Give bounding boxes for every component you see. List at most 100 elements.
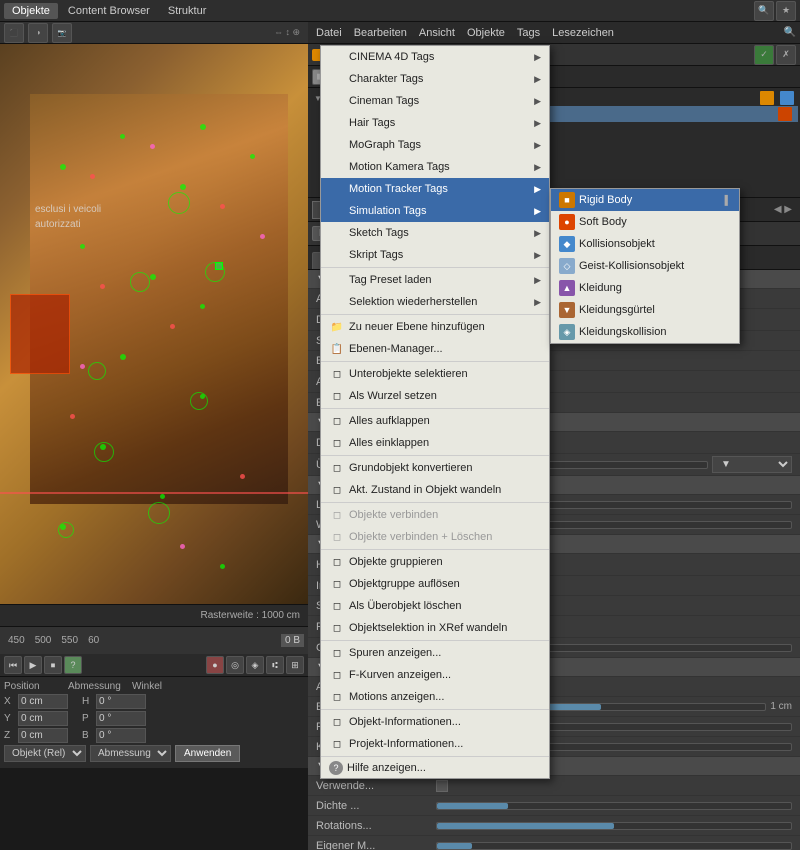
cm-simulation-label: Simulation Tags [349, 205, 534, 217]
cm-objekte-verbinden-loeschen: ◻ Objekte verbinden + Löschen [321, 526, 549, 548]
cm-objekte-verbinden-label: Objekte verbinden [349, 509, 541, 521]
kleidungsguerte-icon: ▼ [559, 302, 575, 318]
cm-neue-ebene-label: Zu neuer Ebene hinzufügen [349, 321, 541, 333]
cm-icon-32: ? [329, 761, 343, 775]
cm-icon-13: 📁 [329, 319, 345, 335]
cm-sep-1 [321, 267, 549, 268]
cm-skript-tags[interactable]: Skript Tags ▶ [321, 244, 549, 266]
cm-icon-1 [329, 49, 345, 65]
sim-item-kleidung[interactable]: ▲ Kleidung [551, 277, 739, 299]
cm-arrow-3: ▶ [534, 96, 541, 107]
kleidungsguerte-label: Kleidungsgürtel [579, 304, 655, 316]
cm-icon-12 [329, 294, 345, 310]
cm-arrow-2: ▶ [534, 74, 541, 85]
cm-objektselektion-xref[interactable]: ◻ Objektselektion in XRef wandeln [321, 617, 549, 639]
cm-motion-kamera-tags[interactable]: Motion Kamera Tags ▶ [321, 156, 549, 178]
cm-hair-tags[interactable]: Hair Tags ▶ [321, 112, 549, 134]
kleidung-label: Kleidung [579, 282, 622, 294]
cm-projekt-info-label: Projekt-Informationen... [349, 738, 541, 750]
cm-sep-9 [321, 709, 549, 710]
sim-item-geist[interactable]: ◇ Geist-Kollisionsobjekt [551, 255, 739, 277]
cm-f-kurven-anzeigen[interactable]: ◻ F-Kurven anzeigen... [321, 664, 549, 686]
cm-charakter-tags[interactable]: Charakter Tags ▶ [321, 68, 549, 90]
cm-objekte-verbinden: ◻ Objekte verbinden [321, 504, 549, 526]
cm-simulation-tags[interactable]: Simulation Tags ▶ [321, 200, 549, 222]
sim-item-softbody[interactable]: ● Soft Body [551, 211, 739, 233]
cm-grundobjekt-konv[interactable]: ◻ Grundobjekt konvertieren [321, 457, 549, 479]
kleidungskol-icon: ◈ [559, 324, 575, 340]
context-menu: CINEMA 4D Tags ▶ Charakter Tags ▶ Cinema… [320, 45, 550, 779]
cm-icon-19: ◻ [329, 460, 345, 476]
rigid-body-label: Rigid Body [579, 194, 632, 206]
cm-ebenen-manager-label: Ebenen-Manager... [349, 343, 541, 355]
cm-icon-9 [329, 225, 345, 241]
cm-icon-27: ◻ [329, 645, 345, 661]
cm-arrow-7: ▶ [534, 184, 541, 195]
cm-charakter-label: Charakter Tags [349, 73, 534, 85]
cm-icon-5 [329, 137, 345, 153]
cm-icon-21: ◻ [329, 507, 345, 523]
cm-projekt-info[interactable]: ◻ Projekt-Informationen... [321, 733, 549, 755]
cm-icon-31: ◻ [329, 736, 345, 752]
cm-sep-10 [321, 756, 549, 757]
cm-skript-label: Skript Tags [349, 249, 534, 261]
cm-icon-22: ◻ [329, 529, 345, 545]
cm-sep-2 [321, 314, 549, 315]
kollision-icon: ◆ [559, 236, 575, 252]
cursor-icon: ▌ [725, 195, 731, 205]
cm-icon-11 [329, 272, 345, 288]
cm-objekte-grupieren[interactable]: ◻ Objekte gruppieren [321, 551, 549, 573]
cm-akt-zustand[interactable]: ◻ Akt. Zustand in Objekt wandeln [321, 479, 549, 501]
cm-ebenen-manager[interactable]: 📋 Ebenen-Manager... [321, 338, 549, 360]
kleidungskol-label: Kleidungskollision [579, 326, 666, 338]
cm-motions-anzeigen[interactable]: ◻ Motions anzeigen... [321, 686, 549, 708]
cm-mograph-tags[interactable]: MoGraph Tags ▶ [321, 134, 549, 156]
cm-objekt-info[interactable]: ◻ Objekt-Informationen... [321, 711, 549, 733]
cm-icon-15: ◻ [329, 366, 345, 382]
cm-arrow-8: ▶ [534, 206, 541, 217]
cm-akt-zustand-label: Akt. Zustand in Objekt wandeln [349, 484, 541, 496]
cm-arrow-12: ▶ [534, 297, 541, 308]
cm-alles-einklappen-label: Alles einklappen [349, 437, 541, 449]
sim-item-kleidungskol[interactable]: ◈ Kleidungskollision [551, 321, 739, 343]
cm-sep-8 [321, 640, 549, 641]
cm-tag-preset-label: Tag Preset laden [349, 274, 534, 286]
cm-objekt-info-label: Objekt-Informationen... [349, 716, 541, 728]
cm-icon-6 [329, 159, 345, 175]
cm-motion-tracker-tags[interactable]: Motion Tracker Tags ▶ [321, 178, 549, 200]
cm-alles-aufklappen[interactable]: ◻ Alles aufklappen [321, 410, 549, 432]
cm-icon-23: ◻ [329, 554, 345, 570]
cm-sep-6 [321, 502, 549, 503]
cm-arrow-10: ▶ [534, 250, 541, 261]
cm-hilfe-label: Hilfe anzeigen... [347, 762, 541, 774]
cm-als-ueberobjekt[interactable]: ◻ Als Überobjekt löschen [321, 595, 549, 617]
cm-hair-label: Hair Tags [349, 117, 534, 129]
sim-item-rigid[interactable]: ■ Rigid Body ▌ [551, 189, 739, 211]
cm-icon-10 [329, 247, 345, 263]
cm-cineman-tags[interactable]: Cineman Tags ▶ [321, 90, 549, 112]
kleidung-icon: ▲ [559, 280, 575, 296]
cm-hilfe-anzeigen[interactable]: ? Hilfe anzeigen... [321, 758, 549, 778]
sim-item-kollision[interactable]: ◆ Kollisionsobjekt [551, 233, 739, 255]
cm-neue-ebene[interactable]: 📁 Zu neuer Ebene hinzufügen [321, 316, 549, 338]
cm-als-ueberobjekt-label: Als Überobjekt löschen [349, 600, 541, 612]
menu-overlay[interactable]: CINEMA 4D Tags ▶ Charakter Tags ▶ Cinema… [0, 0, 800, 850]
geist-label: Geist-Kollisionsobjekt [579, 260, 684, 272]
cm-icon-29: ◻ [329, 689, 345, 705]
cm-selektion-wieder[interactable]: Selektion wiederherstellen ▶ [321, 291, 549, 313]
cm-als-wurzel[interactable]: ◻ Als Wurzel setzen [321, 385, 549, 407]
cm-sketch-tags[interactable]: Sketch Tags ▶ [321, 222, 549, 244]
cm-f-kurven-label: F-Kurven anzeigen... [349, 669, 541, 681]
cm-tag-preset[interactable]: Tag Preset laden ▶ [321, 269, 549, 291]
sim-item-kleidungsguerte[interactable]: ▼ Kleidungsgürtel [551, 299, 739, 321]
cm-selektion-label: Selektion wiederherstellen [349, 296, 534, 308]
cm-unterobjekte[interactable]: ◻ Unterobjekte selektieren [321, 363, 549, 385]
cm-icon-24: ◻ [329, 576, 345, 592]
cm-alles-einklappen[interactable]: ◻ Alles einklappen [321, 432, 549, 454]
cm-spuren-anzeigen[interactable]: ◻ Spuren anzeigen... [321, 642, 549, 664]
cm-objektgruppe-aufloesen[interactable]: ◻ Objektgruppe auflösen [321, 573, 549, 595]
cm-cinema4d-tags[interactable]: CINEMA 4D Tags ▶ [321, 46, 549, 68]
rigid-body-icon: ■ [559, 192, 575, 208]
cm-mograph-label: MoGraph Tags [349, 139, 534, 151]
cm-arrow-4: ▶ [534, 118, 541, 129]
